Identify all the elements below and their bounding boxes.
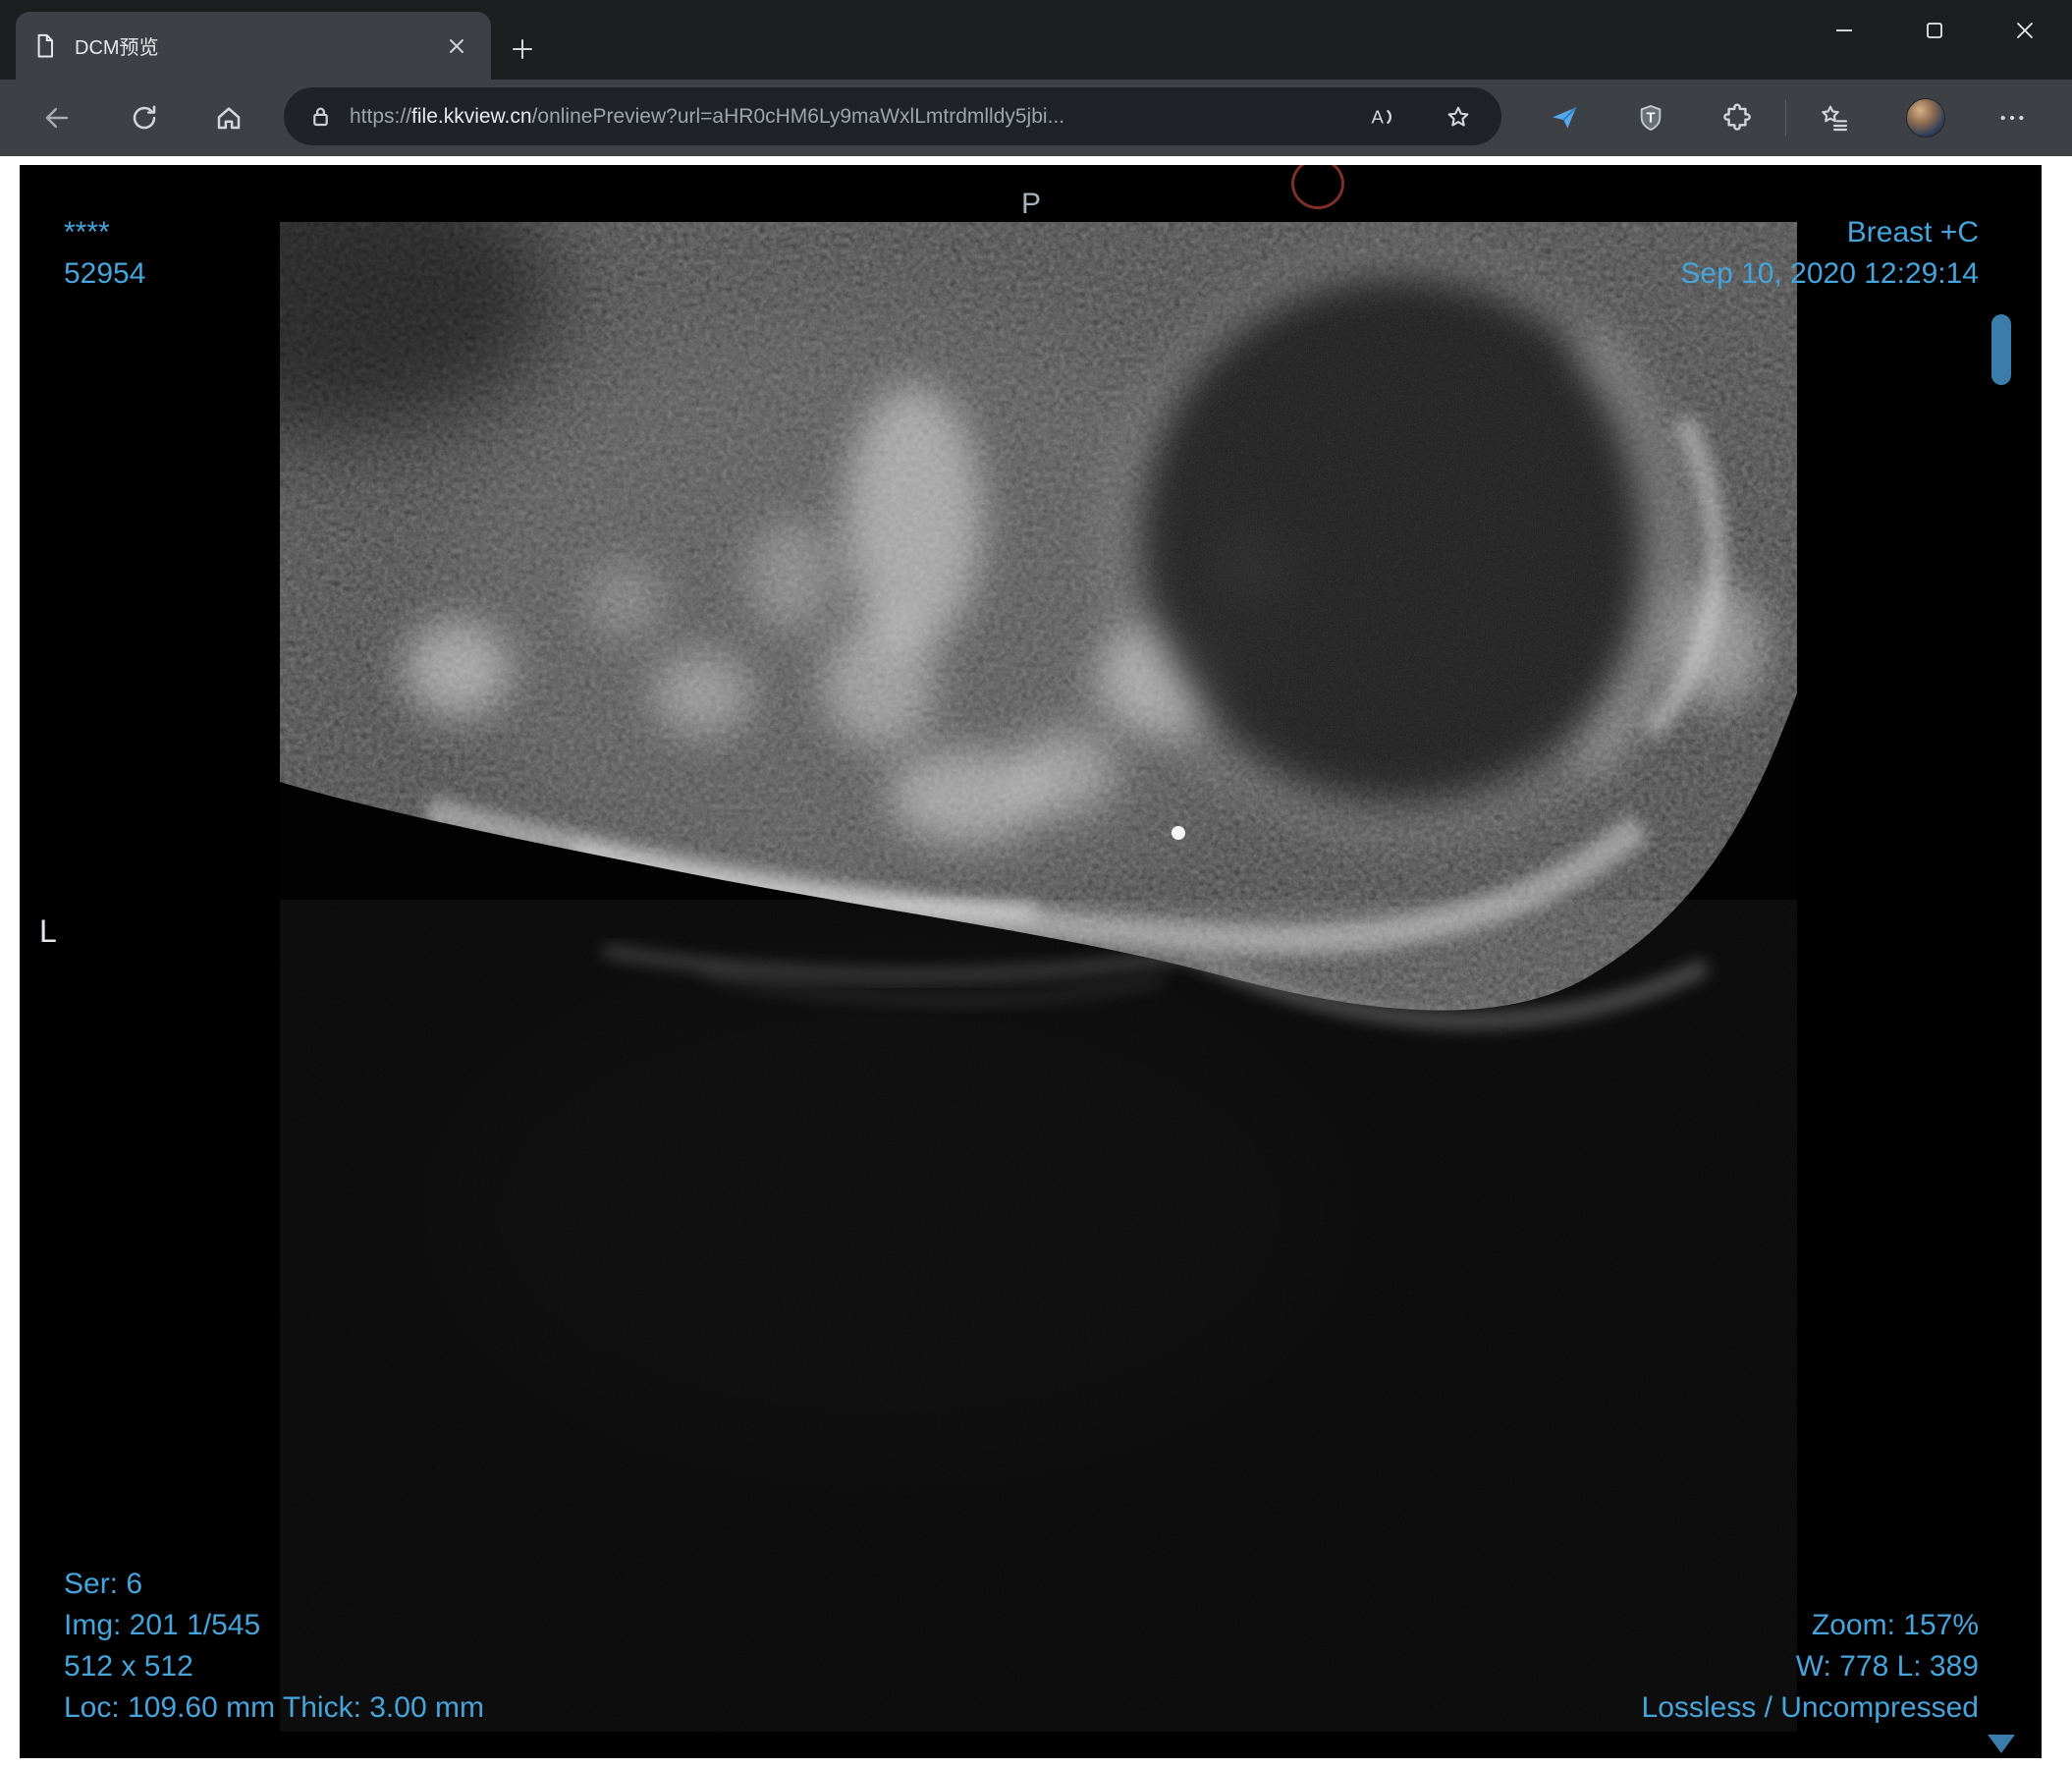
plus-icon [513,39,532,59]
ellipsis-icon [2000,115,2024,121]
zoom-level: Zoom: 157% [1811,1609,1979,1641]
new-tab-button[interactable] [503,29,542,69]
image-number: Img: 201 1/545 [64,1609,261,1641]
refresh-button[interactable] [119,92,170,143]
browser-window: DCM预览 https://file.kkview.cn/onlinePrevi… [0,0,2072,1768]
orientation-marker-left: L [39,913,57,949]
browser-menu-button[interactable] [1987,92,2038,143]
mri-scan-image [280,222,1797,1732]
orientation-marker-posterior: P [1021,188,1042,220]
series-info-overlay: Ser: 6 Img: 201 1/545 512 x 512 Loc: 109… [64,1564,484,1729]
read-aloud-button[interactable]: A [1356,91,1407,142]
matrix-size: 512 x 512 [64,1650,193,1683]
patient-info-overlay: **** 52954 [64,212,145,295]
maximize-icon [1927,23,1942,38]
back-button[interactable] [31,92,82,143]
svg-text:A: A [1372,106,1385,127]
refresh-icon [133,105,156,130]
close-window-button[interactable] [1980,0,2070,61]
study-datetime: Sep 10, 2020 12:29:14 [1680,257,1979,290]
paper-plane-icon [1553,106,1577,129]
extension-shield-button[interactable]: T [1625,92,1676,143]
shield-icon: T [1640,105,1662,132]
patient-id: 52954 [64,257,146,290]
patient-name-masked: **** [64,216,110,249]
read-aloud-icon: A [1372,106,1392,127]
series-number: Ser: 6 [64,1568,143,1600]
close-icon [2017,23,2033,38]
extensions-button[interactable] [1712,92,1763,143]
tab-close-icon[interactable] [438,28,475,65]
minimize-icon [1836,29,1852,31]
favorites-hub-button[interactable] [1809,92,1860,143]
study-info-overlay: Breast +C Sep 10, 2020 12:29:14 [1680,212,1979,295]
puzzle-icon [1723,103,1751,131]
maximize-button[interactable] [1889,0,1980,61]
study-description: Breast +C [1846,216,1979,249]
display-info-overlay: Zoom: 157% W: 778 L: 389 Lossless / Unco… [1642,1605,1979,1729]
window-level: W: 778 L: 389 [1795,1650,1979,1683]
lock-icon[interactable] [307,103,334,130]
extension-translate-button[interactable] [1539,92,1590,143]
slice-location: Loc: 109.60 mm Thick: 3.00 mm [64,1691,484,1724]
address-bar[interactable]: https://file.kkview.cn/onlinePreview?url… [284,87,1501,145]
tab-strip: DCM预览 [0,0,2072,80]
favorites-hub-icon [1822,105,1848,132]
url-path: /onlinePreview?url=aHR0cHM6Ly9maWxlLmtrd… [531,104,1065,128]
back-arrow-icon [45,108,69,128]
series-scrollbar-thumb[interactable] [1991,314,2011,385]
url-domain: file.kkview.cn [411,104,532,128]
document-icon [37,33,53,57]
url-text: https://file.kkview.cn/onlinePreview?url… [350,105,1484,129]
navigation-bar: https://file.kkview.cn/onlinePreview?url… [0,80,2072,156]
minimize-button[interactable] [1799,0,1889,61]
profile-avatar[interactable] [1906,98,1945,138]
annotation-circle [1291,165,1344,209]
tab-dcm-preview[interactable]: DCM预览 [16,12,491,80]
tab-title: DCM预览 [75,37,159,59]
dicom-viewer[interactable]: **** 52954 Breast +C Sep 10, 2020 12:29:… [20,165,2042,1758]
scroll-down-arrow-icon[interactable] [1988,1735,2015,1753]
add-favorite-button[interactable] [1433,91,1484,142]
compression-info: Lossless / Uncompressed [1641,1691,1979,1724]
star-icon [1447,106,1469,127]
url-scheme: https:// [350,104,412,128]
home-icon [217,107,241,130]
svg-text:T: T [1647,111,1656,127]
toolbar-divider [1785,99,1786,137]
home-button[interactable] [203,92,254,143]
window-controls [1799,0,2070,61]
